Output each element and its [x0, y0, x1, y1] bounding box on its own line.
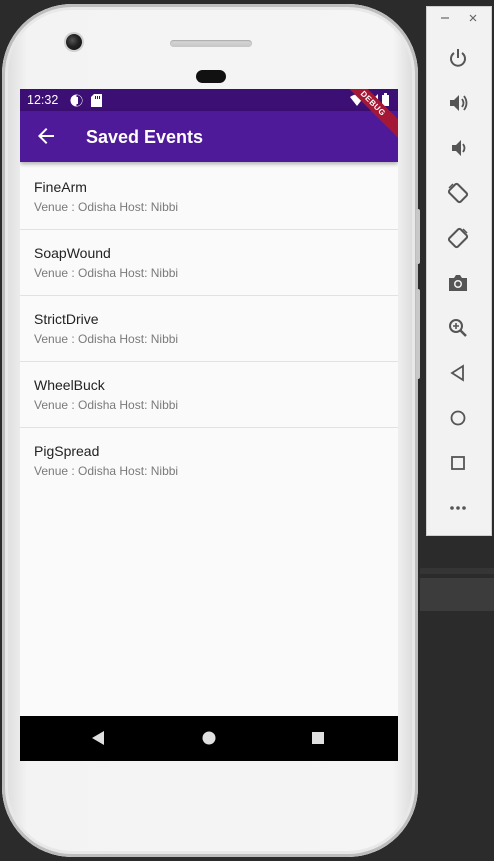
navigation-bar: [20, 716, 398, 761]
emulator-control-panel: [426, 6, 492, 536]
sd-card-icon: [91, 94, 102, 107]
backdrop-strip-top: [420, 568, 494, 574]
backdrop-strip: [420, 578, 494, 611]
zoom-icon[interactable]: [447, 317, 469, 339]
list-item[interactable]: FineArm Venue : Odisha Host: Nibbi: [20, 164, 398, 230]
close-icon[interactable]: [467, 12, 479, 24]
phone-side-button-bottom: [416, 289, 420, 379]
page-title: Saved Events: [86, 127, 204, 147]
list-item[interactable]: WheelBuck Venue : Odisha Host: Nibbi: [20, 362, 398, 428]
nav-back-icon[interactable]: [89, 728, 109, 748]
minimize-icon[interactable]: [439, 12, 451, 24]
list-item[interactable]: SoapWound Venue : Odisha Host: Nibbi: [20, 230, 398, 296]
power-icon[interactable]: [447, 47, 469, 69]
event-name: FineArm: [34, 179, 87, 195]
event-details: Venue : Odisha Host: Nibbi: [34, 398, 179, 412]
event-name: StrictDrive: [34, 311, 99, 327]
list-item[interactable]: StrictDrive Venue : Odisha Host: Nibbi: [20, 296, 398, 362]
arrow-back-icon[interactable]: [34, 124, 58, 148]
status-time: 12:32: [27, 93, 59, 107]
front-camera-icon: [66, 34, 82, 50]
event-details: Venue : Odisha Host: Nibbi: [34, 464, 179, 478]
rotate-left-icon[interactable]: [447, 182, 469, 204]
earpiece-speaker: [170, 40, 252, 47]
event-details: Venue : Odisha Host: Nibbi: [34, 200, 179, 214]
app-notification-icon: [70, 94, 83, 107]
event-name: SoapWound: [34, 245, 111, 261]
volume-down-icon[interactable]: [447, 137, 469, 159]
event-name: WheelBuck: [34, 377, 105, 393]
more-icon[interactable]: [447, 497, 469, 519]
back-icon[interactable]: [447, 362, 469, 384]
phone-screen: 12:32 Saved Events DEBUG FineArm Venue:…: [20, 89, 398, 761]
event-details: Venue : Odisha Host: Nibbi: [34, 266, 179, 280]
camera-icon[interactable]: [447, 272, 469, 294]
home-icon[interactable]: [447, 407, 469, 429]
phone-side-button-top: [416, 209, 420, 264]
volume-up-icon[interactable]: [447, 92, 469, 114]
saved-events-list: FineArm Venue : Odisha Host: Nibbi SoapW…: [20, 164, 398, 493]
panel-titlebar: [427, 7, 491, 31]
event-name: PigSpread: [34, 443, 100, 459]
status-bar: 12:32: [20, 89, 398, 111]
rotate-right-icon[interactable]: [447, 227, 469, 249]
app-bar: Saved Events: [20, 111, 398, 162]
nav-overview-icon[interactable]: [308, 728, 328, 748]
list-item[interactable]: PigSpread Venue : Odisha Host: Nibbi: [20, 428, 398, 493]
nav-home-icon[interactable]: [199, 728, 219, 748]
proximity-sensor: [196, 70, 226, 83]
overview-icon[interactable]: [447, 452, 469, 474]
event-details: Venue : Odisha Host: Nibbi: [34, 332, 179, 346]
